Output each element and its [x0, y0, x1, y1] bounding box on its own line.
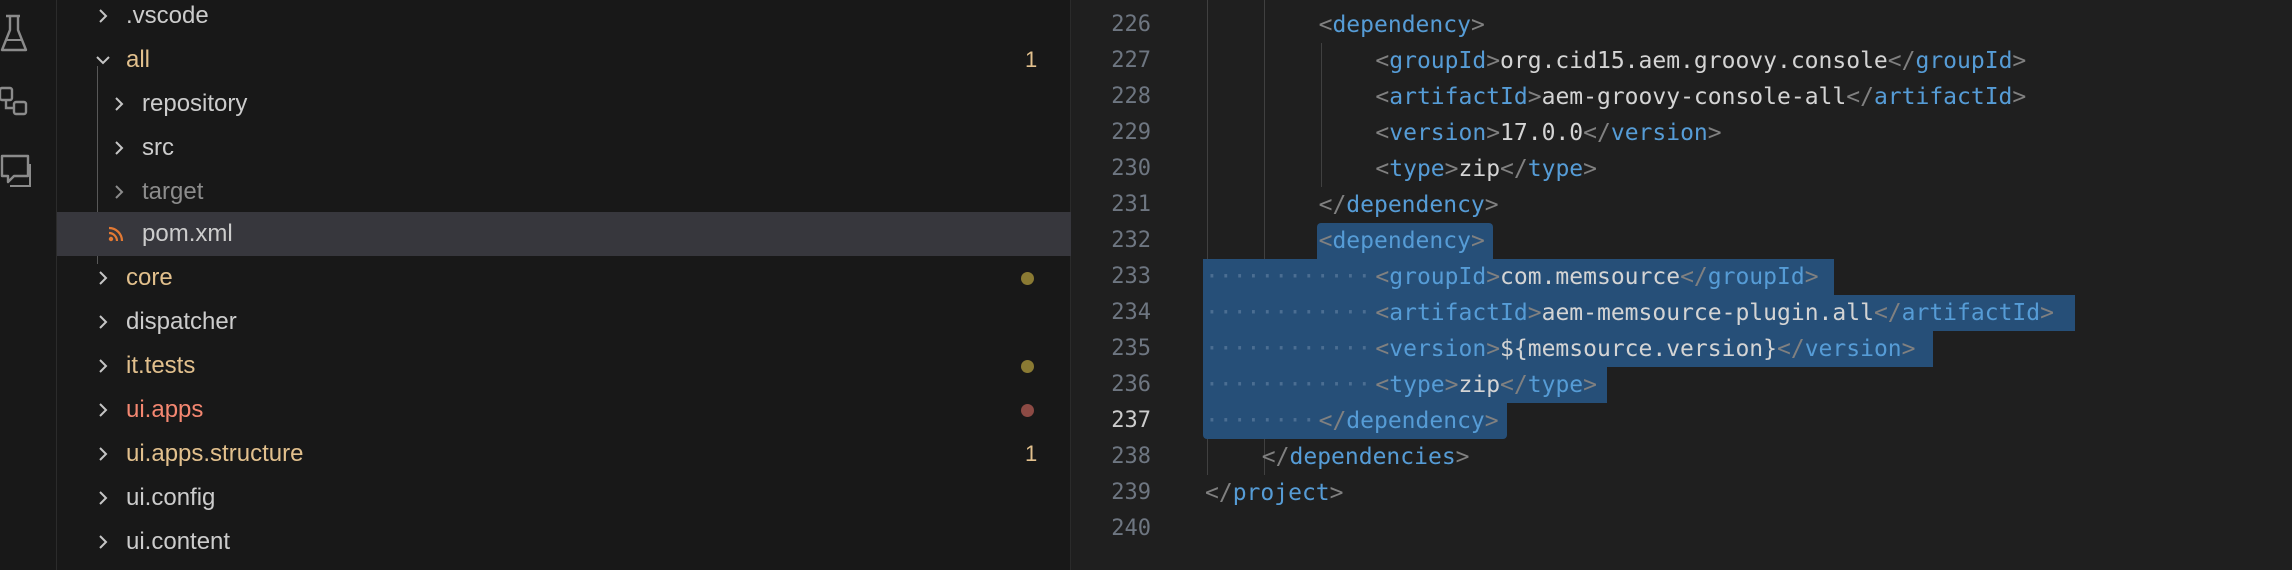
tree-item-label: target — [142, 178, 204, 205]
chevron-right-icon — [93, 356, 113, 376]
source-control-graph-icon[interactable] — [0, 78, 40, 128]
line-number: 234 — [1111, 300, 1151, 325]
code-text: </project> — [1205, 480, 1344, 506]
chevron-right-icon — [109, 94, 129, 114]
code-line[interactable]: 228 <artifactId>aem-groovy-console-all</a… — [1071, 79, 2292, 115]
code-editor[interactable]: 226 <dependency> 227 <groupId>org.cid15.aem… — [1071, 0, 2292, 570]
chevron-down-icon — [93, 50, 113, 70]
code-text: <version>${memsource.version}</version> — [1375, 336, 1916, 362]
line-number: 233 — [1111, 264, 1151, 289]
line-number: 235 — [1111, 336, 1151, 361]
tree-item-core[interactable]: core — [57, 256, 1071, 300]
error-dot — [1021, 404, 1034, 417]
tree-item-target[interactable]: target — [57, 170, 1071, 214]
code-text: </dependencies> — [1261, 444, 1470, 470]
tree-item-ui-content[interactable]: ui.content — [57, 520, 1071, 564]
tree-item-label: ui.content — [126, 528, 231, 555]
chevron-right-icon — [109, 138, 129, 158]
line-number: 238 — [1111, 444, 1151, 469]
line-number: 239 — [1111, 480, 1151, 505]
chevron-right-icon — [109, 182, 129, 202]
tree-item-all[interactable]: all 1 — [57, 38, 1071, 82]
code-text: <dependency> — [1318, 12, 1485, 38]
whitespace-dots: ············ — [1205, 300, 1372, 326]
code-line[interactable]: ············ 235 <version>${memsource.vers… — [1071, 331, 2292, 367]
tree-item-label: src — [142, 134, 174, 161]
tree-item-src[interactable]: src — [57, 126, 1071, 170]
tree-item-label: ui.apps — [126, 396, 204, 423]
tree-item-ui-apps[interactable]: ui.apps — [57, 388, 1071, 432]
tree-item-repository[interactable]: repository — [57, 82, 1071, 126]
line-number: 232 — [1111, 228, 1151, 253]
tree-item-ui-config[interactable]: ui.config — [57, 476, 1071, 520]
tree-item-label: all — [126, 46, 151, 73]
problem-count-badge: 1 — [1025, 47, 1038, 72]
whitespace-dots: ········ — [1205, 408, 1316, 434]
whitespace-dots: ············ — [1205, 264, 1372, 290]
whitespace-dots: ············ — [1205, 336, 1372, 362]
line-number: 227 — [1111, 48, 1151, 73]
line-number: 230 — [1111, 156, 1151, 181]
code-line[interactable]: 229 <version>17.0.0</version> — [1071, 115, 2292, 151]
code-text: <groupId>org.cid15.aem.groovy.console</g… — [1375, 48, 2027, 74]
line-number: 240 — [1111, 516, 1151, 541]
tree-item-label: repository — [142, 90, 248, 117]
code-text: <artifactId>aem-groovy-console-all</arti… — [1375, 84, 2027, 110]
tree-item-vscode[interactable]: .vscode — [57, 0, 1071, 38]
code-text: <dependency> — [1318, 228, 1485, 254]
chevron-right-icon — [93, 488, 113, 508]
code-text: <groupId>com.memsource</groupId> — [1375, 264, 1819, 290]
tree-item-pom-xml[interactable]: pom.xml — [57, 212, 1071, 256]
code-line[interactable]: 239 </project> — [1071, 475, 2292, 511]
chevron-right-icon — [93, 444, 113, 464]
tree-item-it-tests[interactable]: it.tests — [57, 344, 1071, 388]
chevron-right-icon — [93, 312, 113, 332]
code-text: <artifactId>aem-memsource-plugin.all</ar… — [1375, 300, 2054, 326]
line-number: 231 — [1111, 192, 1151, 217]
explorer-tree: .vscode all 1 repository src target pom.… — [57, 0, 1071, 570]
code-line[interactable]: 230 <type>zip</type> — [1071, 151, 2292, 187]
line-number: 226 — [1111, 12, 1151, 37]
line-number: 236 — [1111, 372, 1151, 397]
modified-dot — [1021, 272, 1034, 285]
code-text: </dependency> — [1318, 408, 1499, 434]
activity-bar — [0, 0, 57, 570]
chevron-right-icon — [93, 400, 113, 420]
chevron-right-icon — [93, 6, 113, 26]
chevron-right-icon — [93, 268, 113, 288]
code-text: <type>zip</type> — [1375, 372, 1597, 398]
tree-item-label: ui.config — [126, 484, 216, 511]
code-text: <version>17.0.0</version> — [1375, 120, 1722, 146]
code-line[interactable]: 238 </dependencies> — [1071, 439, 2292, 475]
tree-item-label: core — [126, 264, 173, 291]
code-text: <type>zip</type> — [1375, 156, 1597, 182]
code-line[interactable]: 231 </dependency> — [1071, 187, 2292, 223]
line-number: 228 — [1111, 84, 1151, 109]
line-number: 229 — [1111, 120, 1151, 145]
tree-item-ui-apps-structure[interactable]: ui.apps.structure 1 — [57, 432, 1071, 476]
code-text: </dependency> — [1318, 192, 1499, 218]
line-number: 237 — [1111, 408, 1151, 433]
tree-item-label: dispatcher — [126, 308, 237, 335]
rss-file-icon — [106, 224, 126, 244]
code-line[interactable]: 226 <dependency> — [1071, 7, 2292, 43]
code-line[interactable]: ············ 236 <type>zip</type> — [1071, 367, 2292, 403]
testing-beaker-icon[interactable] — [0, 8, 40, 58]
modified-dot — [1021, 360, 1034, 373]
tree-item-label: it.tests — [126, 352, 196, 379]
remote-explorer-icon[interactable] — [0, 146, 40, 196]
code-line[interactable]: 227 <groupId>org.cid15.aem.groovy.console… — [1071, 43, 2292, 79]
code-line[interactable]: ············ 234 <artifactId>aem-memsource… — [1071, 295, 2292, 331]
tree-item-label: ui.apps.structure — [126, 440, 304, 467]
code-line[interactable]: ········ 237 </dependency> — [1071, 403, 2292, 439]
problem-count-badge: 1 — [1025, 441, 1038, 466]
code-line[interactable]: 240 — [1071, 511, 2292, 547]
chevron-right-icon — [93, 532, 113, 552]
code-line[interactable]: 232 <dependency> — [1071, 223, 2292, 259]
whitespace-dots: ············ — [1205, 372, 1372, 398]
tree-item-label: .vscode — [126, 2, 209, 29]
code-line[interactable]: ············ 233 <groupId>com.memsource</g… — [1071, 259, 2292, 295]
tree-item-dispatcher[interactable]: dispatcher — [57, 300, 1071, 344]
tree-item-label: pom.xml — [142, 220, 233, 247]
